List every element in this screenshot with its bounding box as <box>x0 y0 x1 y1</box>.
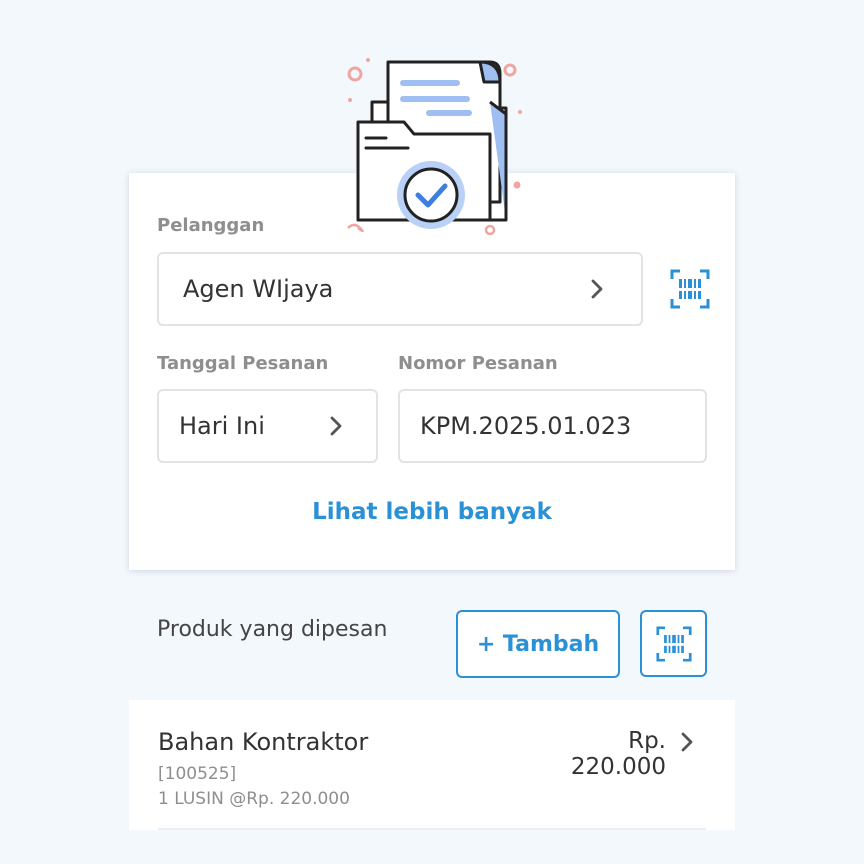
order-number-label: Nomor Pesanan <box>398 353 558 374</box>
order-number-input[interactable]: KPM.2025.01.023 <box>398 389 707 463</box>
chevron-right-icon <box>681 732 693 752</box>
order-date-select[interactable]: Hari Ini <box>157 389 378 463</box>
product-quantity: 1 LUSIN @Rp. 220.000 <box>158 789 350 809</box>
show-more-link[interactable]: Lihat lebih banyak <box>129 499 735 525</box>
customer-select[interactable]: Agen WIjaya <box>157 252 643 326</box>
order-date-value: Hari Ini <box>179 412 265 440</box>
add-product-button[interactable]: + Tambah <box>456 610 620 678</box>
customer-barcode-button[interactable] <box>666 266 714 312</box>
customer-label: Pelanggan <box>157 215 265 236</box>
customer-value: Agen WIjaya <box>183 275 334 303</box>
document-folder-check-icon <box>347 58 522 236</box>
product-code: [100525] <box>158 764 237 784</box>
product-barcode-button[interactable] <box>640 610 707 677</box>
barcode-scan-icon <box>655 625 692 662</box>
barcode-scan-icon <box>670 269 710 309</box>
product-list-item[interactable]: Bahan Kontraktor Rp. 220.000 [100525] 1 … <box>129 700 735 830</box>
chevron-right-icon <box>330 416 342 436</box>
divider <box>158 828 706 830</box>
product-name: Bahan Kontraktor <box>158 728 369 756</box>
product-price: Rp. 220.000 <box>570 728 666 780</box>
products-section-title: Produk yang dipesan <box>157 617 388 642</box>
chevron-right-icon <box>591 279 603 299</box>
order-date-label: Tanggal Pesanan <box>157 353 329 374</box>
order-number-value: KPM.2025.01.023 <box>420 412 632 440</box>
